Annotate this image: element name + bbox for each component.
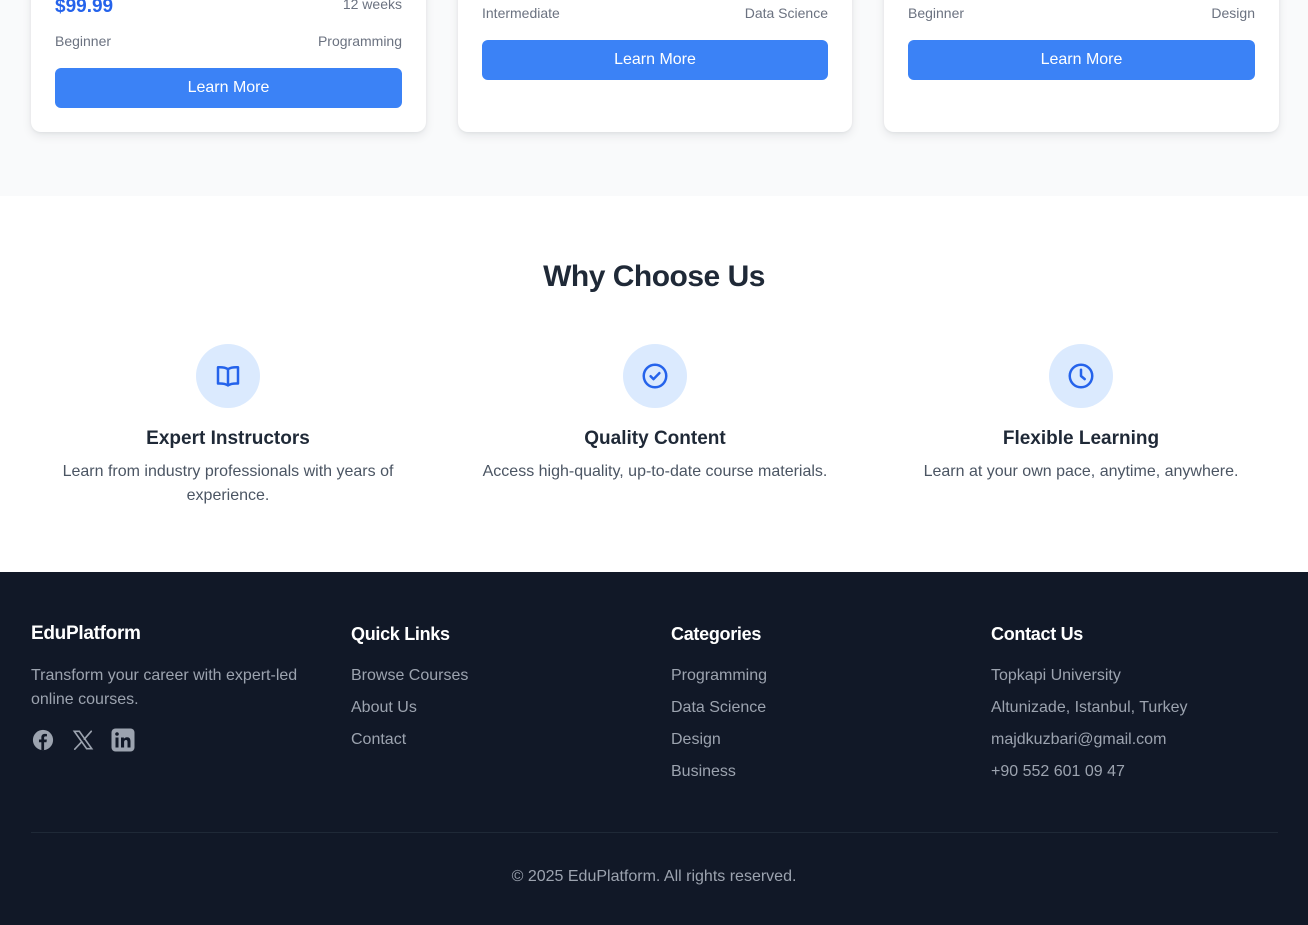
course-card: Intermediate Data Science Learn More xyxy=(458,0,852,132)
x-icon[interactable] xyxy=(71,728,95,752)
contact-list: Topkapi University Altunizade, Istanbul,… xyxy=(991,664,1291,784)
learn-more-button[interactable]: Learn More xyxy=(482,40,828,80)
footer-column-title: Contact Us xyxy=(991,624,1084,644)
footer-categories-column: Categories Programming Data Science Desi… xyxy=(671,622,971,792)
footer-tagline: Transform your career with expert-led on… xyxy=(31,667,298,708)
feature-title: Quality Content xyxy=(584,428,726,449)
feature-description: Access high-quality, up-to-date course m… xyxy=(482,463,828,480)
footer-link-contact[interactable]: Contact xyxy=(351,728,651,752)
clock-icon xyxy=(1049,344,1113,408)
feature-title: Expert Instructors xyxy=(146,428,310,449)
courses-section: $99.99 12 weeks Beginner Programming Lea… xyxy=(0,0,1308,196)
feature-description: Learn at your own pace, anytime, anywher… xyxy=(923,463,1239,480)
feature-description: Learn from industry professionals with y… xyxy=(62,463,394,504)
book-icon xyxy=(196,344,260,408)
feature-flexible-learning: Flexible Learning Learn at your own pace… xyxy=(884,344,1278,484)
categories-list: Programming Data Science Design Business xyxy=(671,664,971,784)
course-meta: Beginner Design xyxy=(908,5,1255,21)
contact-phone[interactable]: +90 552 601 09 47 xyxy=(991,760,1291,784)
feature-expert-instructors: Expert Instructors Learn from industry p… xyxy=(31,344,425,508)
contact-university: Topkapi University xyxy=(991,667,1121,684)
course-duration: 12 weeks xyxy=(342,0,402,12)
footer-brand-name: EduPlatform xyxy=(31,623,141,644)
copyright-text: © 2025 EduPlatform. All rights reserved. xyxy=(511,868,797,885)
contact-email[interactable]: majdkuzbari@gmail.com xyxy=(991,728,1291,752)
social-links xyxy=(31,728,331,752)
course-category: Data Science xyxy=(744,5,828,21)
course-price: $99.99 xyxy=(55,0,114,17)
feature-title: Flexible Learning xyxy=(1002,428,1160,449)
course-level: Beginner xyxy=(908,5,965,21)
footer-link-data-science[interactable]: Data Science xyxy=(671,696,971,720)
course-level: Intermediate xyxy=(482,5,560,21)
footer-link-about-us[interactable]: About Us xyxy=(351,696,651,720)
check-circle-icon xyxy=(623,344,687,408)
quick-links-list: Browse Courses About Us Contact xyxy=(351,664,651,752)
course-card: Beginner Design Learn More xyxy=(884,0,1279,132)
why-choose-us-section: Why Choose Us Expert Instructors Learn f… xyxy=(0,196,1308,572)
footer-column-title: Categories xyxy=(671,624,762,644)
footer-link-business[interactable]: Business xyxy=(671,760,971,784)
footer-brand-column: EduPlatform Transform your career with e… xyxy=(31,622,331,752)
section-title: Why Choose Us xyxy=(543,260,765,293)
course-meta: Intermediate Data Science xyxy=(482,5,828,21)
course-category: Design xyxy=(1211,5,1255,21)
course-card: $99.99 12 weeks Beginner Programming Lea… xyxy=(31,0,426,132)
footer-quick-links-column: Quick Links Browse Courses About Us Cont… xyxy=(351,622,651,760)
course-meta: Beginner Programming xyxy=(55,33,402,49)
footer-link-browse-courses[interactable]: Browse Courses xyxy=(351,664,651,688)
course-category: Programming xyxy=(317,33,402,49)
footer-divider xyxy=(31,832,1278,833)
footer-link-design[interactable]: Design xyxy=(671,728,971,752)
course-level: Beginner xyxy=(55,33,112,49)
facebook-icon[interactable] xyxy=(31,728,55,752)
footer-column-title: Quick Links xyxy=(351,624,450,644)
linkedin-icon[interactable] xyxy=(111,728,135,752)
site-footer: EduPlatform Transform your career with e… xyxy=(0,572,1308,925)
footer-link-programming[interactable]: Programming xyxy=(671,664,971,688)
footer-contact-column: Contact Us Topkapi University Altunizade… xyxy=(991,622,1291,792)
learn-more-button[interactable]: Learn More xyxy=(908,40,1255,80)
feature-quality-content: Quality Content Access high-quality, up-… xyxy=(458,344,852,484)
contact-address: Altunizade, Istanbul, Turkey xyxy=(991,699,1188,716)
learn-more-button[interactable]: Learn More xyxy=(55,68,402,108)
